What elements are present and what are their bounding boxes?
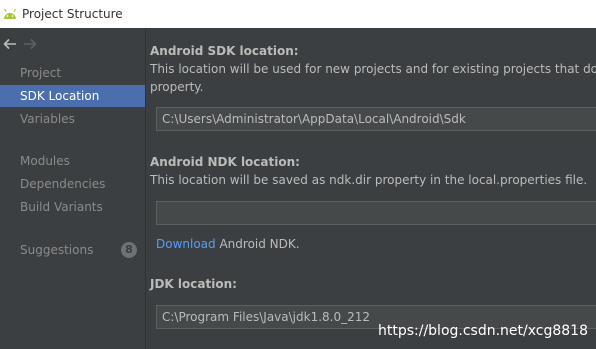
android-icon (2, 7, 18, 21)
watermark-text: https://blog.csdn.net/xcg8818 (377, 323, 588, 339)
sidebar-item-label: Build Variants (20, 200, 103, 214)
sidebar-item-label: Modules (20, 154, 70, 168)
ndk-location-heading: Android NDK location: (150, 155, 300, 169)
ndk-download-row: Download Android NDK. (156, 237, 300, 251)
sdk-location-panel: Android SDK location: This location will… (146, 28, 596, 349)
sidebar-item-dependencies[interactable]: Dependencies (0, 173, 145, 195)
sidebar-item-suggestions[interactable]: Suggestions 8 (0, 239, 145, 261)
sdk-location-description: This location will be used for new proje… (150, 62, 596, 76)
sidebar-item-modules[interactable]: Modules (0, 150, 145, 172)
sidebar-item-sdk-location[interactable]: SDK Location (0, 85, 145, 107)
sidebar-item-label: Project (20, 66, 62, 80)
jdk-location-heading: JDK location: (150, 277, 237, 291)
sdk-location-heading: Android SDK location: (150, 44, 299, 58)
sidebar-item-label: Dependencies (20, 177, 106, 191)
navigation-bar (0, 36, 40, 52)
download-ndk-link[interactable]: Download (156, 237, 216, 251)
back-arrow-icon[interactable] (0, 36, 20, 52)
sidebar-item-build-variants[interactable]: Build Variants (0, 196, 145, 218)
sdk-location-field[interactable]: C:\Users\Administrator\AppData\Local\And… (156, 107, 596, 131)
sdk-location-description-continued: property. (150, 80, 204, 94)
ndk-location-description: This location will be saved as ndk.dir p… (150, 173, 588, 187)
suggestions-count-badge: 8 (121, 242, 137, 258)
forward-arrow-icon[interactable] (20, 36, 40, 52)
sidebar-item-label: Suggestions (20, 243, 94, 257)
sidebar-item-project[interactable]: Project (0, 62, 145, 84)
window-title: Project Structure (22, 7, 123, 21)
sidebar-item-label: Variables (20, 112, 75, 126)
sidebar-item-variables[interactable]: Variables (0, 108, 145, 130)
download-ndk-suffix: Android NDK. (215, 237, 300, 251)
ndk-location-field[interactable] (156, 201, 596, 225)
title-bar: Project Structure (0, 0, 596, 28)
sidebar-item-label: SDK Location (20, 89, 100, 103)
sidebar: Project SDK Location Variables Modules D… (0, 28, 146, 349)
